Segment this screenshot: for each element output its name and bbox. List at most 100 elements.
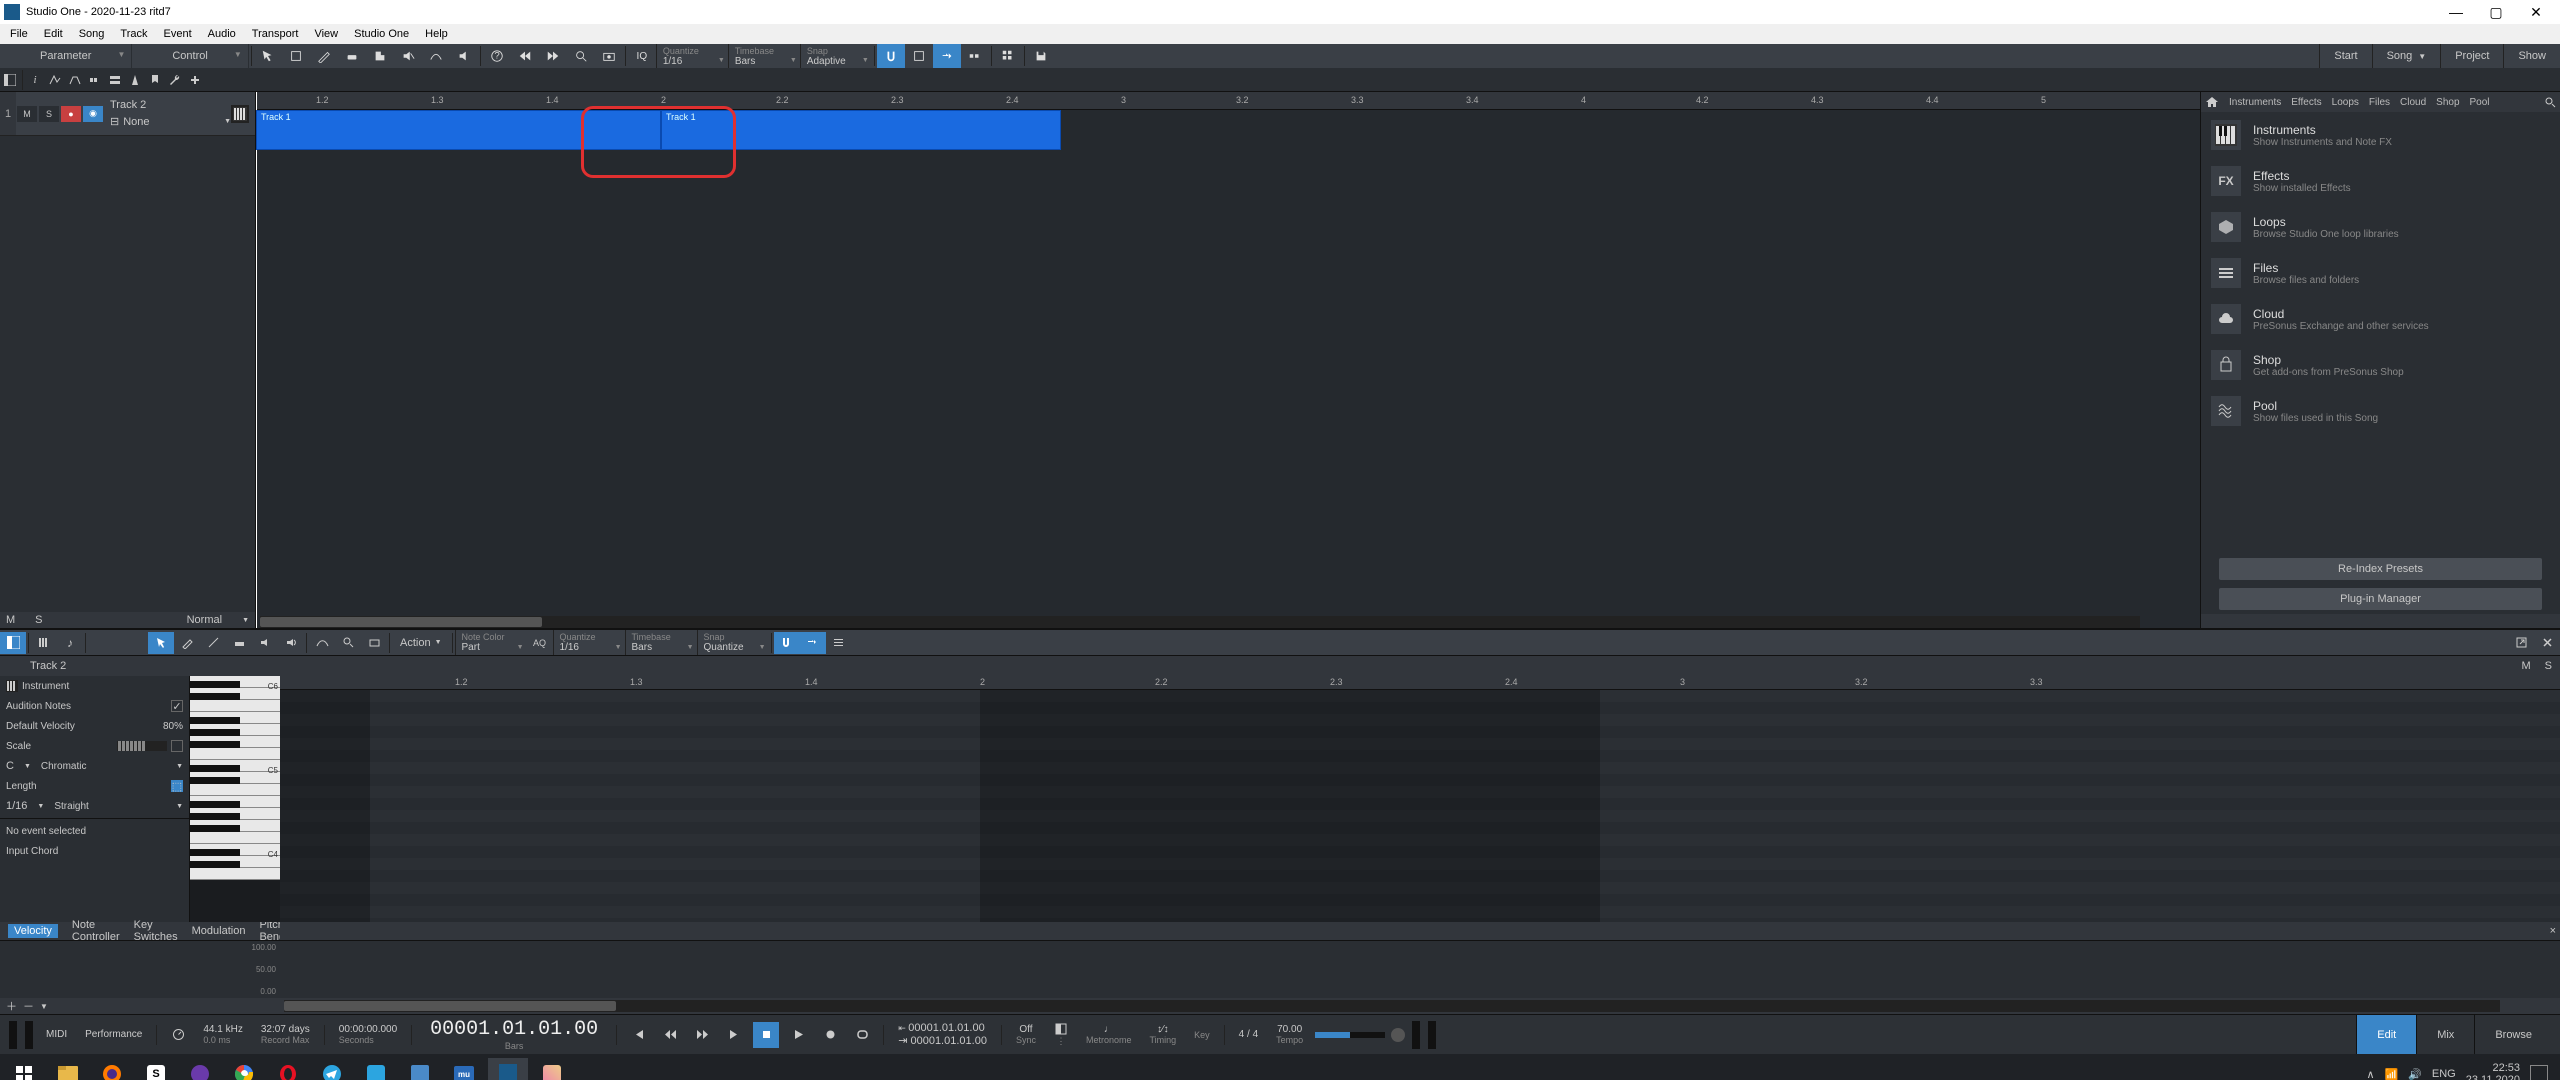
- instrument-icon[interactable]: [231, 105, 249, 123]
- track-name[interactable]: Track 2: [110, 99, 231, 111]
- time-ruler[interactable]: 1.2 1.3 1.4 2 2.2 2.3 2.4 3 3.2 3.3 3.4 …: [256, 92, 2200, 110]
- metronome-button[interactable]: ♩Metronome: [1080, 1024, 1138, 1045]
- velocity-area[interactable]: [280, 940, 2560, 998]
- notification-icon[interactable]: [2530, 1065, 2548, 1080]
- eraser-tool[interactable]: [338, 44, 366, 68]
- browser-section-shop[interactable]: ShopGet add-ons from PreSonus Shop: [2201, 342, 2560, 388]
- range-tool[interactable]: [282, 44, 310, 68]
- tab-effects[interactable]: Effects: [2291, 97, 2321, 108]
- listen-tool[interactable]: [450, 44, 478, 68]
- tray-language[interactable]: ENG: [2432, 1068, 2456, 1080]
- taskbar-firefox[interactable]: [92, 1058, 132, 1080]
- browser-section-effects[interactable]: FX EffectsShow installed Effects: [2201, 158, 2560, 204]
- ed-zoom-icon[interactable]: [335, 632, 361, 654]
- menu-audio[interactable]: Audio: [200, 28, 244, 40]
- loop-button[interactable]: [849, 1022, 875, 1048]
- lane-velocity[interactable]: Velocity: [8, 924, 58, 938]
- marker-icon[interactable]: [145, 70, 165, 90]
- paint-tool[interactable]: [366, 44, 394, 68]
- reindex-presets-button[interactable]: Re-Index Presets: [2219, 558, 2542, 580]
- forward-icon[interactable]: [539, 44, 567, 68]
- bend-tool[interactable]: [422, 44, 450, 68]
- snap-toggle[interactable]: [877, 44, 905, 68]
- browser-section-files[interactable]: FilesBrowse files and folders: [2201, 250, 2560, 296]
- tab-shop[interactable]: Shop: [2436, 97, 2459, 108]
- taskbar-app-3[interactable]: [356, 1058, 396, 1080]
- editor-track-name[interactable]: Track 2: [0, 660, 96, 672]
- go-to-end-button[interactable]: [721, 1022, 747, 1048]
- editor-h-scrollbar[interactable]: [284, 1000, 2500, 1012]
- play-button[interactable]: [785, 1022, 811, 1048]
- song-page-button[interactable]: Song▼: [2372, 44, 2441, 68]
- home-icon[interactable]: [2205, 95, 2219, 109]
- taskbar-app-5[interactable]: [532, 1058, 572, 1080]
- tab-instruments[interactable]: Instruments: [2229, 97, 2281, 108]
- ed-mute[interactable]: M: [2521, 660, 2530, 672]
- track-row[interactable]: 1 M S ● ◉ Track 2 ⊟None▼: [0, 92, 255, 136]
- solo-button[interactable]: S: [39, 106, 59, 122]
- menu-event[interactable]: Event: [156, 28, 200, 40]
- editor-ruler[interactable]: 1.2 1.3 1.4 2 2.2 2.3 2.4 3 3.2 3.3: [280, 676, 2560, 690]
- global-solo[interactable]: S: [35, 614, 42, 626]
- track-input[interactable]: None: [123, 116, 149, 128]
- taskbar-chrome[interactable]: [224, 1058, 264, 1080]
- ed-camera-icon[interactable]: [361, 632, 387, 654]
- taskbar-app-2[interactable]: [180, 1058, 220, 1080]
- menu-track[interactable]: Track: [112, 28, 155, 40]
- info-icon[interactable]: i: [25, 70, 45, 90]
- quantize-dropdown[interactable]: Quantize1/16▼: [656, 44, 728, 68]
- rewind-button[interactable]: [657, 1022, 683, 1048]
- record-arm-button[interactable]: ●: [61, 106, 81, 122]
- taskbar-opera[interactable]: [268, 1058, 308, 1080]
- mute-button[interactable]: M: [17, 106, 37, 122]
- ed-snap-dropdown[interactable]: SnapQuantize▼: [697, 630, 769, 655]
- precount-icon[interactable]: [1054, 1022, 1068, 1036]
- save-icon[interactable]: [1027, 44, 1055, 68]
- prop-instrument[interactable]: Instrument: [0, 676, 189, 696]
- ed-line-tool[interactable]: [200, 632, 226, 654]
- taskbar-app-4[interactable]: [400, 1058, 440, 1080]
- browser-section-instruments[interactable]: InstrumentsShow Instruments and Note FX: [2201, 112, 2560, 158]
- lane-modulation[interactable]: Modulation: [192, 925, 246, 937]
- taskbar-explorer[interactable]: [48, 1058, 88, 1080]
- menu-edit[interactable]: Edit: [36, 28, 71, 40]
- close-button[interactable]: ✕: [2516, 4, 2556, 21]
- timebase-dropdown[interactable]: TimebaseBars▼: [728, 44, 800, 68]
- time-signature[interactable]: 4 / 4: [1233, 1029, 1264, 1040]
- record-button[interactable]: [817, 1022, 843, 1048]
- perf-icon[interactable]: [165, 1022, 191, 1048]
- tempo-field[interactable]: 70.00Tempo: [1270, 1024, 1309, 1045]
- camera-icon[interactable]: [595, 44, 623, 68]
- menu-help[interactable]: Help: [417, 28, 456, 40]
- layers-icon[interactable]: [105, 70, 125, 90]
- taskbar-studio-one[interactable]: [488, 1058, 528, 1080]
- ed-quantize-dropdown[interactable]: Quantize1/16▼: [553, 630, 625, 655]
- note-grid[interactable]: 1.2 1.3 1.4 2 2.2 2.3 2.4 3 3.2 3.3: [280, 676, 2560, 922]
- clip-track1-b[interactable]: Track 1: [661, 110, 1061, 150]
- prop-length[interactable]: Length⬚: [0, 776, 189, 796]
- ed-curve-icon[interactable]: [309, 632, 335, 654]
- input-icon[interactable]: ⊟: [110, 115, 119, 128]
- autoscroll-on[interactable]: [933, 44, 961, 68]
- prop-audition[interactable]: Audition Notes✓: [0, 696, 189, 716]
- edit-view-button[interactable]: Edit: [2356, 1015, 2416, 1054]
- ed-eraser-tool[interactable]: [226, 632, 252, 654]
- go-to-start-button[interactable]: [625, 1022, 651, 1048]
- mix-view-button[interactable]: Mix: [2416, 1015, 2474, 1054]
- menu-view[interactable]: View: [306, 28, 346, 40]
- h-scrollbar[interactable]: [260, 616, 2140, 628]
- ed-listen-tool[interactable]: [278, 632, 304, 654]
- piano-view-icon[interactable]: [31, 632, 57, 654]
- browser-section-pool[interactable]: PoolShow files used in this Song: [2201, 388, 2560, 434]
- ed-settings-icon[interactable]: [826, 632, 852, 654]
- envelope-icon[interactable]: [65, 70, 85, 90]
- start-page-button[interactable]: Start: [2319, 44, 2371, 68]
- lane-menu-icon[interactable]: ▼: [40, 1002, 48, 1011]
- inspector-toggle[interactable]: [0, 70, 20, 90]
- taskbar-app-1[interactable]: S: [136, 1058, 176, 1080]
- ed-autoscroll[interactable]: [800, 632, 826, 654]
- dim-toggle[interactable]: [1391, 1028, 1405, 1042]
- snap-dropdown[interactable]: SnapAdaptive▼: [800, 44, 872, 68]
- plugin-manager-button[interactable]: Plug-in Manager: [2219, 588, 2542, 610]
- lane-remove-icon[interactable]: －: [23, 998, 34, 1014]
